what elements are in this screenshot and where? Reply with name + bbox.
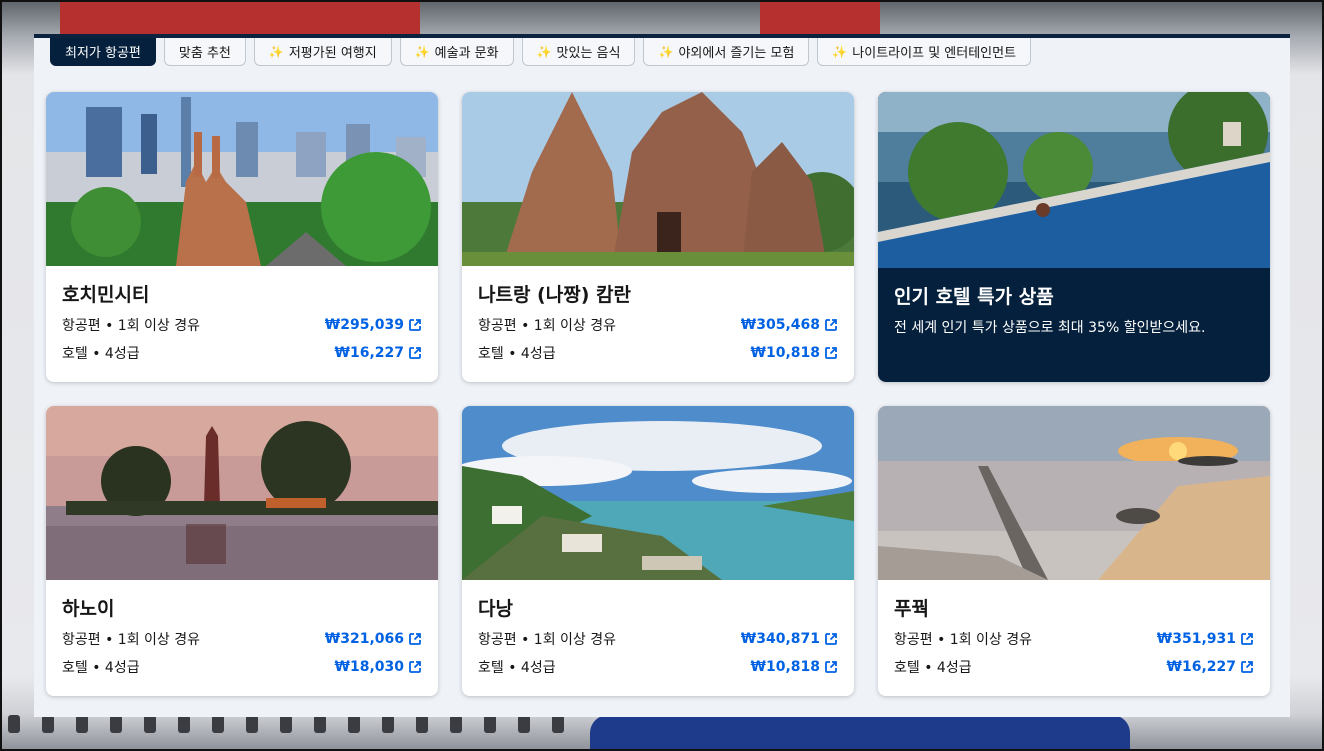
- promo-image: [878, 92, 1270, 268]
- flight-price: ₩295,039: [324, 317, 404, 333]
- hotel-price-link[interactable]: ₩18,030: [335, 659, 422, 675]
- promo-card-hotel-deals[interactable]: 인기 호텔 특가 상품 전 세계 인기 특가 상품으로 최대 35% 할인받으세…: [878, 92, 1270, 382]
- flight-label: 항공편 • 1회 이상 경유: [478, 318, 617, 334]
- filter-tab-nightlife[interactable]: ✨ 나이트라이프 및 엔터테인먼트: [817, 38, 1032, 66]
- hotel-price-link[interactable]: ₩16,227: [1167, 659, 1254, 675]
- explore-panel: 최저가 항공편 맞춤 추천 ✨ 저평가된 여행지 ✨ 예술과 문화 ✨ 맛있는 …: [34, 34, 1290, 717]
- filter-tabs: 최저가 항공편 맞춤 추천 ✨ 저평가된 여행지 ✨ 예술과 문화 ✨ 맛있는 …: [50, 38, 1032, 66]
- background-airline-logo: [590, 715, 1130, 751]
- filter-tab-cheapest-flights[interactable]: 최저가 항공편: [50, 38, 156, 66]
- promo-title: 인기 호텔 특가 상품: [894, 286, 1054, 308]
- hotel-price: ₩10,818: [750, 659, 820, 675]
- external-link-icon: [1241, 661, 1253, 673]
- external-link-icon: [825, 319, 837, 331]
- destination-city: 호치민시티: [62, 284, 150, 306]
- flight-label: 항공편 • 1회 이상 경유: [62, 632, 201, 648]
- filter-tab-underrated[interactable]: ✨ 저평가된 여행지: [253, 38, 392, 66]
- destination-card-hanoi[interactable]: 하노이 항공편 • 1회 이상 경유 ₩321,066 호텔 • 4성급 ₩18…: [46, 406, 438, 696]
- destination-city: 푸꿕: [894, 598, 929, 620]
- sparkle-icon: ✨: [536, 44, 552, 59]
- destination-card-hochiminh[interactable]: 호치민시티 항공편 • 1회 이상 경유 ₩295,039 호텔 • 4성급 ₩…: [46, 92, 438, 382]
- hotel-row: 호텔 • 4성급 ₩16,227: [894, 656, 1254, 678]
- flight-label: 항공편 • 1회 이상 경유: [894, 632, 1033, 648]
- external-link-icon: [825, 347, 837, 359]
- flight-row: 항공편 • 1회 이상 경유 ₩351,931: [894, 628, 1254, 650]
- hotel-row: 호텔 • 4성급 ₩18,030: [62, 656, 422, 678]
- flight-price-link[interactable]: ₩340,871: [741, 631, 838, 647]
- sparkle-icon: ✨: [414, 44, 430, 59]
- destination-image: [462, 406, 854, 580]
- hotel-price: ₩16,227: [334, 345, 404, 361]
- filter-tab-label: 나이트라이프 및 엔터테인먼트: [852, 46, 1017, 61]
- hotel-label: 호텔 • 4성급: [62, 660, 140, 676]
- destination-card-phuquoc[interactable]: 푸꿕 항공편 • 1회 이상 경유 ₩351,931 호텔 • 4성급 ₩16,…: [878, 406, 1270, 696]
- filter-tab-label: 저평가된 여행지: [288, 46, 377, 61]
- filter-tab-recommended[interactable]: 맞춤 추천: [163, 38, 246, 66]
- filter-tab-outdoor[interactable]: ✨ 야외에서 즐기는 모험: [643, 38, 810, 66]
- destination-image: [462, 92, 854, 266]
- flight-price-link[interactable]: ₩351,931: [1157, 631, 1254, 647]
- flight-row: 항공편 • 1회 이상 경유 ₩340,871: [478, 628, 838, 650]
- destination-city: 하노이: [62, 598, 115, 620]
- hotel-label: 호텔 • 4성급: [894, 660, 972, 676]
- external-link-icon: [409, 661, 421, 673]
- flight-price-link[interactable]: ₩295,039: [325, 317, 422, 333]
- external-link-icon: [1241, 633, 1253, 645]
- sparkle-icon: ✨: [268, 44, 284, 59]
- external-link-icon: [409, 347, 421, 359]
- background-red-stripe: [60, 0, 420, 34]
- sparkle-icon: ✨: [832, 44, 848, 59]
- flight-label: 항공편 • 1회 이상 경유: [478, 632, 617, 648]
- flight-price-link[interactable]: ₩305,468: [741, 317, 838, 333]
- hotel-price-link[interactable]: ₩16,227: [335, 345, 422, 361]
- external-link-icon: [409, 633, 421, 645]
- promo-description: 전 세계 인기 특가 상품으로 최대 35% 할인받으세요.: [894, 320, 1206, 336]
- background-red-stripe: [760, 0, 880, 34]
- filter-tab-label: 맞춤 추천: [178, 46, 231, 61]
- hotel-row: 호텔 • 4성급 ₩10,818: [478, 656, 838, 678]
- hotel-row: 호텔 • 4성급 ₩16,227: [62, 342, 422, 364]
- destination-card-nhatrang[interactable]: 나트랑 (나짱) 캄란 항공편 • 1회 이상 경유 ₩305,468 호텔 •…: [462, 92, 854, 382]
- external-link-icon: [825, 661, 837, 673]
- filter-tab-label: 예술과 문화: [434, 46, 499, 61]
- hotel-label: 호텔 • 4성급: [62, 346, 140, 362]
- hotel-label: 호텔 • 4성급: [478, 346, 556, 362]
- hotel-price-link[interactable]: ₩10,818: [751, 659, 838, 675]
- flight-row: 항공편 • 1회 이상 경유 ₩295,039: [62, 314, 422, 336]
- external-link-icon: [409, 319, 421, 331]
- destination-image: [46, 406, 438, 580]
- destination-city: 다낭: [478, 598, 513, 620]
- hotel-row: 호텔 • 4성급 ₩10,818: [478, 342, 838, 364]
- flight-price: ₩321,066: [324, 631, 404, 647]
- flight-price-link[interactable]: ₩321,066: [325, 631, 422, 647]
- flight-label: 항공편 • 1회 이상 경유: [62, 318, 201, 334]
- flight-price: ₩340,871: [740, 631, 820, 647]
- filter-tab-label: 맛있는 음식: [556, 46, 621, 61]
- destination-image: [46, 92, 438, 266]
- destination-city: 나트랑 (나짱) 캄란: [478, 284, 631, 306]
- destination-card-danang[interactable]: 다낭 항공편 • 1회 이상 경유 ₩340,871 호텔 • 4성급 ₩10,…: [462, 406, 854, 696]
- flight-price: ₩351,931: [1156, 631, 1236, 647]
- flight-row: 항공편 • 1회 이상 경유 ₩321,066: [62, 628, 422, 650]
- hotel-price: ₩10,818: [750, 345, 820, 361]
- hotel-price: ₩16,227: [1166, 659, 1236, 675]
- hotel-label: 호텔 • 4성급: [478, 660, 556, 676]
- destination-image: [878, 406, 1270, 580]
- external-link-icon: [825, 633, 837, 645]
- hotel-price-link[interactable]: ₩10,818: [751, 345, 838, 361]
- filter-tab-label: 야외에서 즐기는 모험: [678, 46, 795, 61]
- hotel-price: ₩18,030: [334, 659, 404, 675]
- filter-tab-arts-culture[interactable]: ✨ 예술과 문화: [399, 38, 514, 66]
- flight-price: ₩305,468: [740, 317, 820, 333]
- flight-row: 항공편 • 1회 이상 경유 ₩305,468: [478, 314, 838, 336]
- sparkle-icon: ✨: [658, 44, 674, 59]
- filter-tab-label: 최저가 항공편: [65, 46, 141, 61]
- filter-tab-food[interactable]: ✨ 맛있는 음식: [521, 38, 636, 66]
